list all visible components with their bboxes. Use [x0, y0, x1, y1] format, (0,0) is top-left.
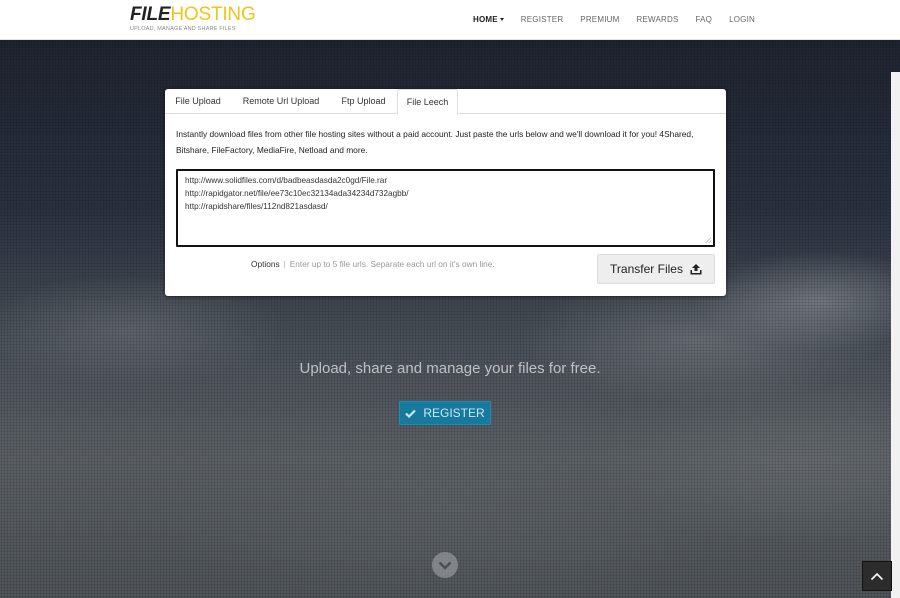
options-separator: |: [283, 259, 286, 269]
main-nav: HOME REGISTER PREMIUM REWARDS FAQ LOGIN: [456, 15, 755, 24]
back-to-top-button[interactable]: [862, 561, 892, 591]
caret-down-icon: [499, 18, 504, 22]
options-row: Options | Enter up to 5 file urls. Separat…: [251, 259, 495, 269]
nav-rewards[interactable]: REWARDS: [636, 15, 678, 24]
transfer-files-button[interactable]: Transfer Files: [597, 254, 715, 284]
top-navbar: FILEHOSTING UPLOAD, MANAGE AND SHARE FIL…: [0, 0, 900, 40]
transfer-files-label: Transfer Files: [610, 262, 683, 276]
nav-home-label: HOME: [472, 15, 498, 24]
logo[interactable]: FILEHOSTING UPLOAD, MANAGE AND SHARE FIL…: [130, 4, 256, 33]
register-label: REGISTER: [423, 406, 485, 420]
nav-login[interactable]: LOGIN: [729, 15, 755, 24]
url-line: http://rapidgator.net/file/ee73c10ec3213…: [185, 189, 409, 198]
leech-description: Instantly download files from other file…: [176, 129, 694, 155]
tab-remote-url-upload[interactable]: Remote Url Upload: [231, 89, 331, 114]
upload-panel: File Upload Remote Url Upload Ftp Upload…: [165, 89, 726, 296]
url-textarea[interactable]: http://www.solidfiles.com/d/badbeasdasda…: [176, 169, 715, 247]
chevron-up-icon: [870, 572, 884, 580]
logo-text-hosting: HOSTING: [170, 4, 256, 25]
options-link[interactable]: Options: [251, 259, 280, 269]
logo-tagline: UPLOAD, MANAGE AND SHARE FILES: [130, 26, 236, 32]
resize-grip-icon[interactable]: [705, 237, 711, 243]
check-icon: [405, 409, 417, 418]
tab-file-upload[interactable]: File Upload: [165, 89, 231, 114]
url-line: http://rapidshare/files/112nd821asdasd/: [185, 202, 328, 211]
register-button[interactable]: REGISTER: [399, 401, 491, 425]
url-hint: Enter up to 5 file urls. Separate each u…: [289, 259, 495, 269]
nav-home[interactable]: HOME: [473, 15, 504, 24]
chevron-down-icon: [438, 561, 452, 570]
nav-register[interactable]: REGISTER: [521, 15, 564, 24]
upload-tabs: File Upload Remote Url Upload Ftp Upload…: [165, 89, 726, 115]
tab-file-leech[interactable]: File Leech: [397, 89, 458, 115]
page-scrollbar[interactable]: [891, 72, 900, 598]
scroll-down-button[interactable]: [432, 552, 458, 578]
nav-faq[interactable]: FAQ: [695, 15, 712, 24]
upload-icon: [690, 263, 702, 274]
hero-tagline: Upload, share and manage your files for …: [299, 360, 601, 377]
tab-ftp-upload[interactable]: Ftp Upload: [331, 89, 396, 114]
url-line: http://www.solidfiles.com/d/badbeasdasda…: [185, 176, 388, 185]
logo-text-file: FILE: [130, 4, 171, 25]
nav-premium[interactable]: PREMIUM: [580, 15, 619, 24]
